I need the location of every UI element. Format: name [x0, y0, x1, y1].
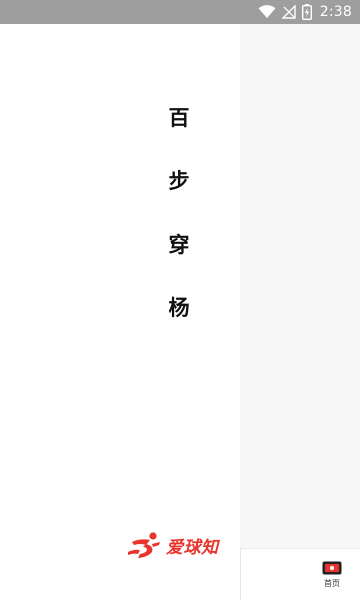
- status-bar: 2:38: [0, 0, 360, 24]
- title-char-4: 杨: [168, 295, 190, 320]
- title-char-1: 百: [168, 105, 190, 130]
- status-time: 2:38: [319, 4, 352, 20]
- brand-logo: 爱球知: [126, 528, 219, 562]
- wifi-icon: [258, 5, 276, 18]
- runner-logo-icon: [128, 532, 160, 558]
- signal-off-icon: [281, 5, 296, 19]
- brand-name: 爱球知: [166, 537, 219, 558]
- status-icons: 2:38: [258, 0, 352, 24]
- title-char-2: 步: [168, 168, 190, 193]
- home-tv-icon: [322, 561, 342, 575]
- bottom-nav-bar: 首页: [240, 548, 360, 600]
- title-char-3: 穿: [168, 232, 190, 257]
- nav-home-label: 首页: [324, 579, 340, 588]
- nav-home-tab[interactable]: 首页: [315, 561, 349, 589]
- app-screen: 2:38 百 步 穿 杨 爱球知 首页: [0, 0, 360, 600]
- battery-charging-icon: [301, 4, 312, 20]
